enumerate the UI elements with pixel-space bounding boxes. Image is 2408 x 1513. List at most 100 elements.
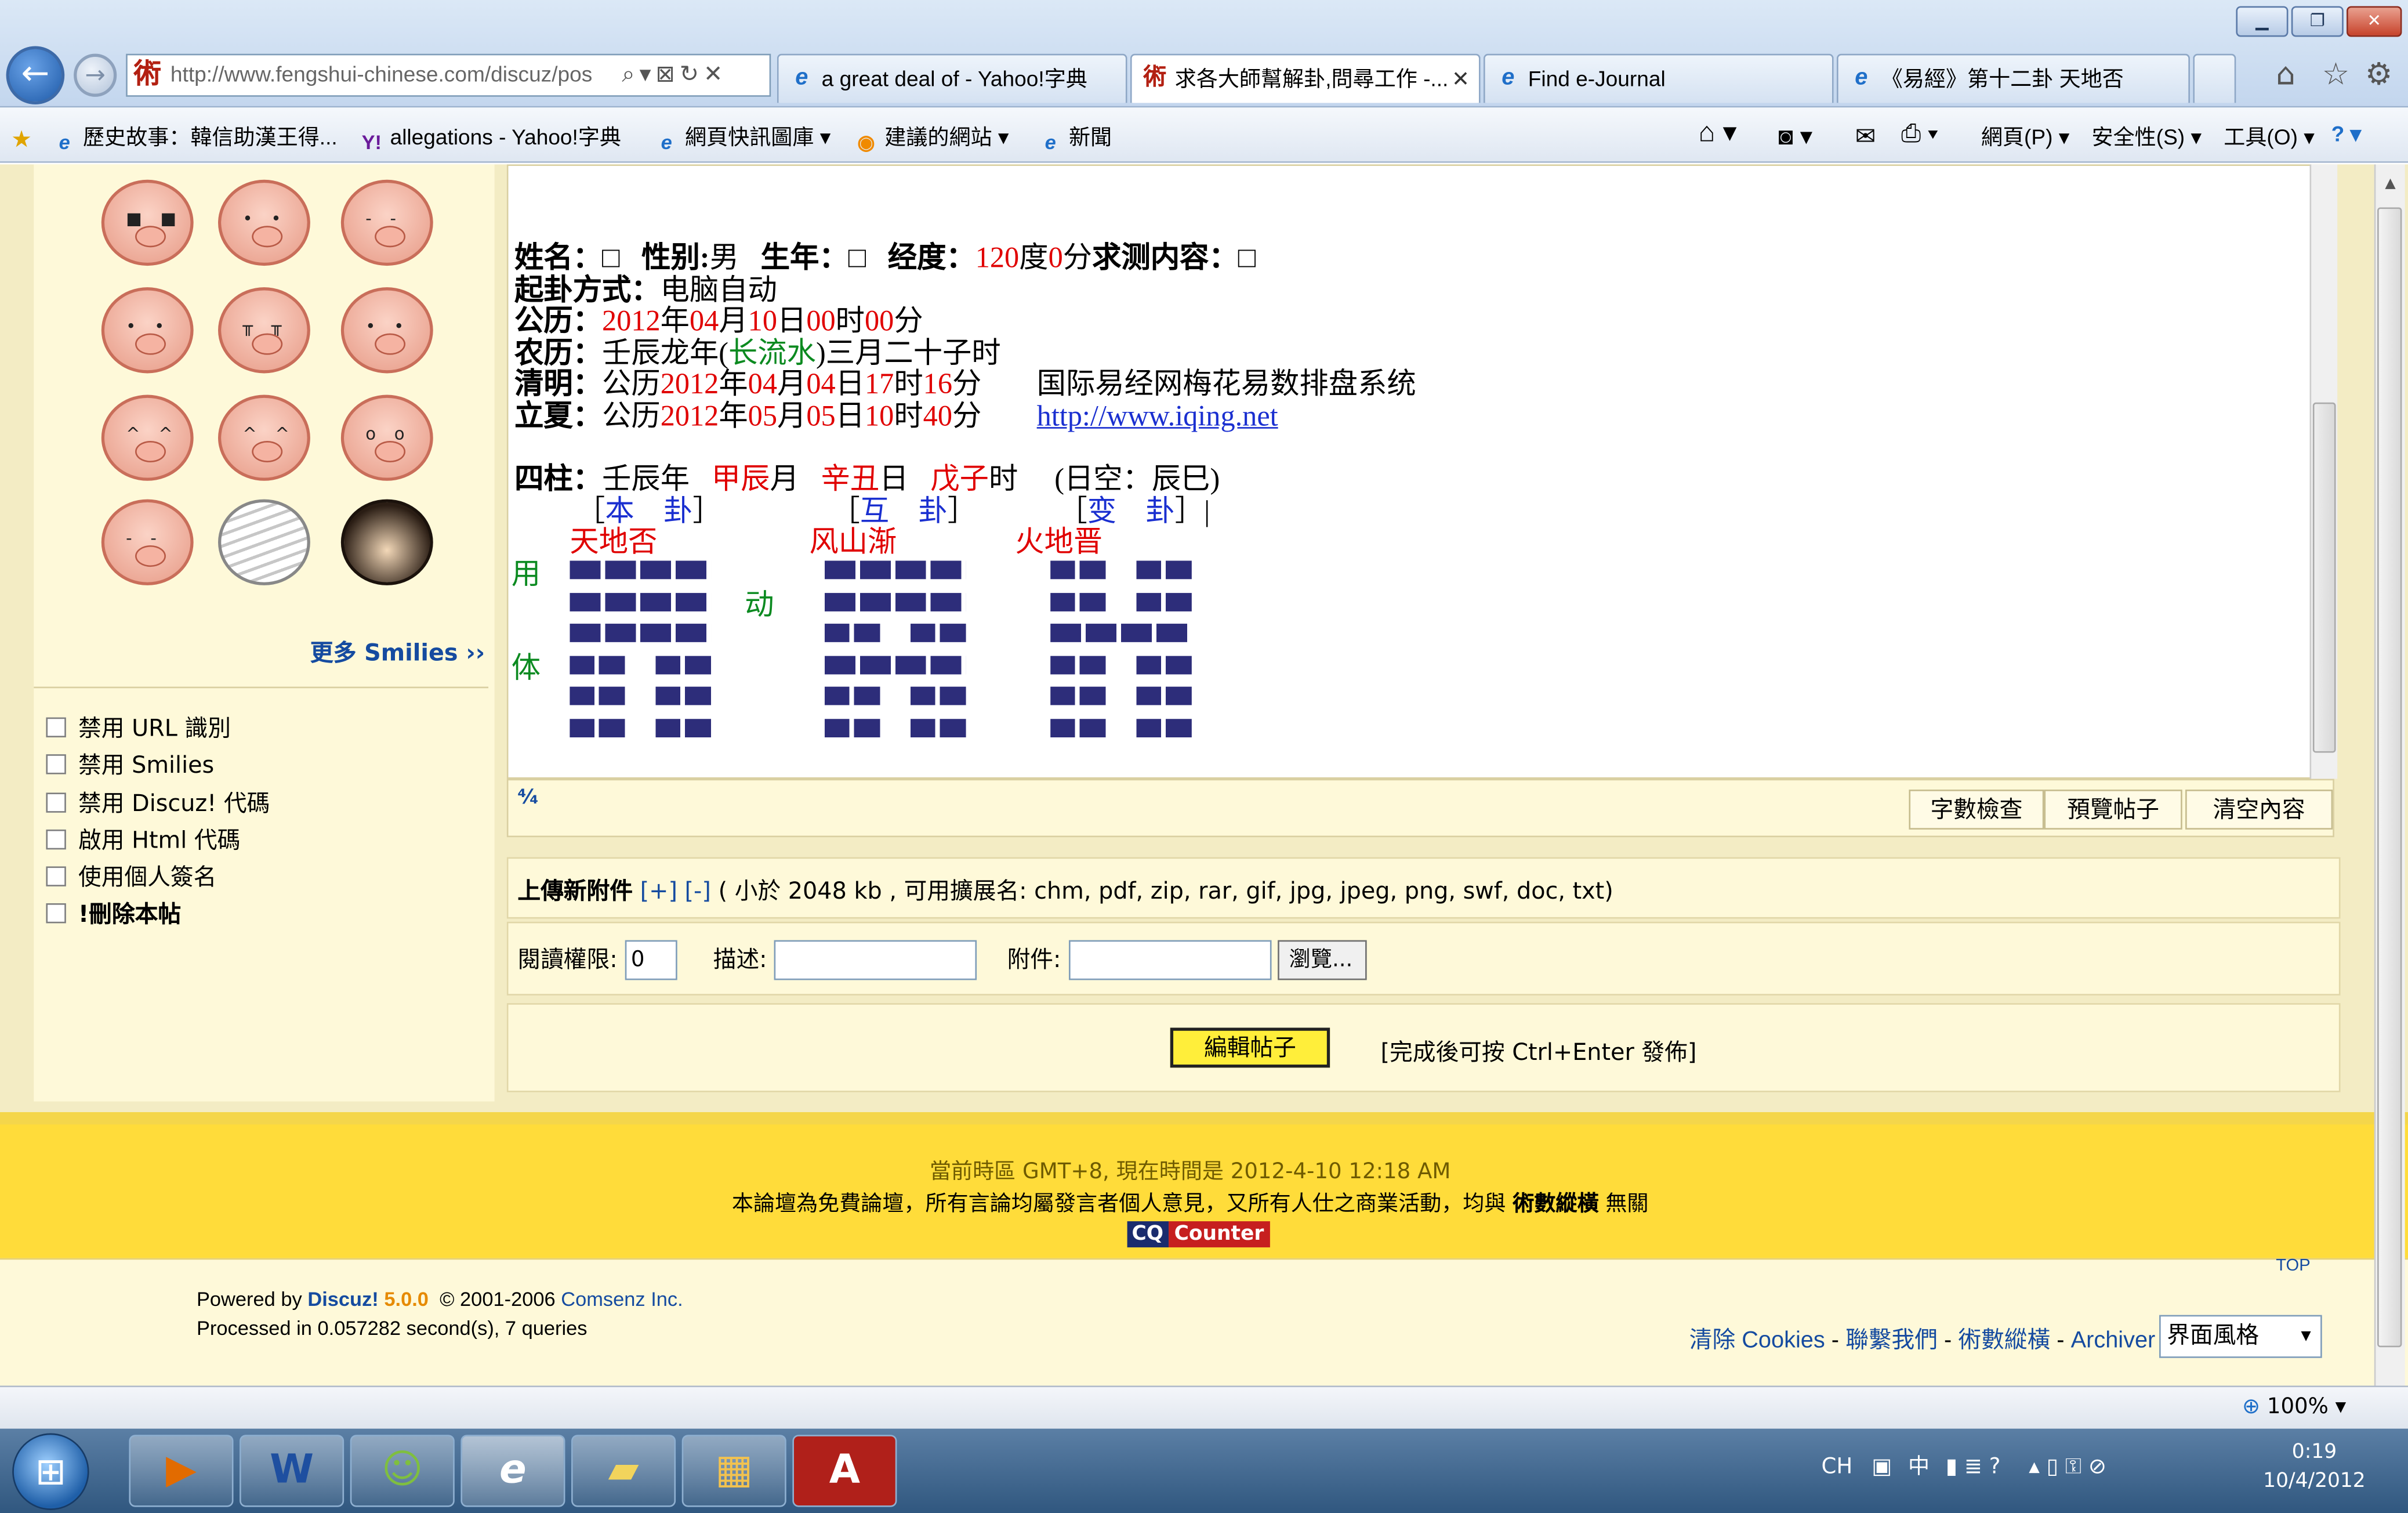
favorite-link[interactable]: ◉ 建議的網站 ▾ (854, 121, 1009, 155)
favorites-star-icon[interactable]: ☆ (2322, 55, 2349, 92)
input-language[interactable]: CH (1821, 1455, 1852, 1479)
checkbox[interactable] (46, 792, 66, 813)
archiver-link[interactable]: Archiver (2071, 1327, 2156, 1353)
close-tab-icon[interactable]: ✕ (1452, 55, 1470, 101)
print-icon[interactable]: ⎙ ▾ (1901, 121, 1938, 149)
checkbox[interactable] (46, 903, 66, 924)
favorite-link[interactable]: e 新聞 (1038, 121, 1112, 155)
attachment-file-input[interactable] (1068, 940, 1271, 980)
address-tools-icon[interactable]: ⌕▾⊠↻✕ (622, 60, 727, 88)
smiley-pig-surprised-icon[interactable]: oo (340, 394, 433, 481)
smiley-pig-sleepy-icon[interactable]: -- (101, 499, 194, 585)
ime-toolbar-icon[interactable]: ▮ ≣ ? (1946, 1455, 2001, 1479)
zoom-control[interactable]: ⊕ 100% ▾ (2242, 1395, 2346, 1419)
new-tab-button[interactable] (2193, 53, 2236, 103)
more-smilies-link[interactable]: 更多 Smilies ›› (310, 636, 485, 668)
forum-name[interactable]: 術數縱橫 (1513, 1192, 1598, 1217)
tab-yijing[interactable]: e 《易經》第十二卦 天地否 (1836, 53, 2190, 103)
smiley-pig-cool-icon[interactable]: ■■ (101, 179, 194, 266)
clear-content-button[interactable]: 清空內容 (2185, 790, 2333, 830)
smiley-pig-sweat-icon[interactable]: -- (340, 179, 433, 266)
clock[interactable]: 0:19 10/4/2012 (2261, 1441, 2368, 1493)
option-delete-post[interactable]: !刪除本帖 (46, 897, 181, 929)
favorite-link[interactable]: e 歷史故事：韓信助漢王得... (52, 121, 338, 155)
notes-icon[interactable]: ▰ (571, 1435, 676, 1507)
editor-toolbar: ⁴⁄₄ 字數檢查 預覽帖子 清空內容 (506, 779, 2334, 838)
file-explorer-icon[interactable]: ▦ (681, 1435, 786, 1507)
favorite-link[interactable]: e 網頁快訊圖庫 ▾ (654, 121, 831, 155)
tray-icons[interactable]: ▴ ▯ ⚿ ⊘ (2029, 1455, 2106, 1479)
smiley-man-icon[interactable] (340, 499, 433, 585)
acrobat-reader-icon[interactable]: A (792, 1435, 897, 1507)
option-disable-smilies[interactable]: 禁用 Smilies (46, 748, 214, 781)
home-icon[interactable]: ⌂ (2276, 55, 2295, 92)
scrollbar-thumb[interactable] (2377, 207, 2402, 1348)
start-button[interactable]: ⊞ (12, 1433, 89, 1510)
address-url[interactable]: http://www.fengshui-chinese.com/discuz/p… (171, 61, 600, 86)
restore-button[interactable]: ❐ (2291, 6, 2344, 37)
contact-link[interactable]: 聯繫我們 (1845, 1327, 1938, 1353)
close-window-button[interactable]: ✕ (2347, 6, 2402, 37)
browse-button[interactable]: 瀏覽... (1278, 940, 1368, 980)
home-icon[interactable]: ⌂ ▾ (1699, 117, 1737, 149)
upload-add-remove-controls[interactable]: [+] [-] (640, 877, 711, 905)
smiley-pig-grin-icon[interactable]: ^^ (218, 394, 310, 481)
disclaimer-text: 無關 (1605, 1192, 1649, 1217)
checkbox[interactable] (46, 829, 66, 850)
forward-button[interactable]: → (74, 53, 117, 97)
back-button[interactable]: ← (6, 46, 65, 105)
resize-editor-icon[interactable]: ⁴⁄₄ (517, 787, 538, 810)
scroll-up-icon[interactable]: ▲ (2379, 177, 2402, 198)
media-player-icon[interactable]: ▶ (129, 1435, 234, 1507)
favorites-star-icon[interactable]: ★ (9, 121, 40, 152)
tools-menu[interactable]: 工具(O) ▾ (2224, 121, 2315, 152)
forum-home-link[interactable]: 術數縱橫 (1958, 1327, 2050, 1353)
smiley-pig-laugh-icon[interactable]: ^^ (101, 394, 194, 481)
page-scrollbar[interactable]: ▲ (2374, 164, 2405, 1386)
address-bar[interactable]: 術 http://www.fengshui-chinese.com/discuz… (126, 53, 771, 97)
ime-mode[interactable]: 中 (1908, 1455, 1930, 1479)
word-icon[interactable]: W (240, 1435, 344, 1507)
smiley-pig-smirk-icon[interactable]: •• (218, 179, 310, 266)
preview-button[interactable]: 預覽帖子 (2044, 790, 2182, 830)
description-input[interactable] (774, 940, 977, 980)
word-count-button[interactable]: 字數檢查 (1909, 790, 2044, 830)
settings-gear-icon[interactable]: ⚙ (2365, 55, 2392, 92)
help-icon[interactable]: ? ▾ (2331, 121, 2362, 147)
smiley-mummy-icon[interactable] (218, 499, 310, 585)
smiley-pig-drool-icon[interactable]: •• (101, 287, 194, 374)
post-editor[interactable]: 姓名：□ 性别:男 生年：□ 经度：120度0分求测内容：□ 起卦方式：电脑自动… (506, 164, 2334, 779)
smiley-pig-cry-icon[interactable]: ╥╥ (218, 287, 310, 374)
favorite-link[interactable]: Y! allegations - Yahoo!字典 (360, 121, 621, 155)
tab-find-ejournal[interactable]: e Find e-Journal (1483, 53, 1834, 103)
internet-explorer-icon[interactable]: e (460, 1435, 565, 1507)
discuz-link[interactable]: Discuz! (307, 1287, 378, 1311)
minimize-button[interactable]: ▁ (2236, 6, 2289, 37)
ime-mode-icon[interactable]: ▣ (1872, 1455, 1892, 1479)
edit-post-submit-button[interactable]: 編輯帖子 (1170, 1027, 1330, 1068)
tab-yahoo-dictionary[interactable]: e a great deal of - Yahoo!字典 (777, 53, 1127, 103)
scrollbar-thumb[interactable] (2312, 402, 2336, 753)
read-mail-icon[interactable]: ✉ (1855, 121, 1876, 152)
option-enable-html[interactable]: 啟用 Html 代碼 (46, 823, 240, 856)
rss-feed-icon[interactable]: ◙ ▾ (1778, 121, 1812, 152)
clear-cookies-link[interactable]: 清除 Cookies (1689, 1327, 1825, 1353)
page-menu[interactable]: 網頁(P) ▾ (1981, 121, 2070, 152)
safety-menu[interactable]: 安全性(S) ▾ (2092, 121, 2202, 152)
editor-scrollbar[interactable] (2309, 164, 2338, 779)
back-to-top-link[interactable]: TOP (2276, 1257, 2310, 1275)
option-disable-url[interactable]: 禁用 URL 識別 (46, 711, 231, 744)
smiley-pig-calm-icon[interactable]: •• (340, 287, 433, 374)
checkbox[interactable] (46, 754, 66, 774)
messenger-icon[interactable]: ☺ (350, 1435, 455, 1507)
tab-forum-post[interactable]: 術 求各大師幫解卦,問尋工作 -... ✕ (1130, 53, 1481, 103)
system-url-link[interactable]: http://www.iqing.net (1037, 401, 1278, 433)
cq-counter-badge[interactable]: CQ Counter (1127, 1221, 1270, 1252)
option-use-signature[interactable]: 使用個人簽名 (46, 860, 216, 893)
read-permission-input[interactable]: 0 (625, 940, 677, 980)
comsenz-link[interactable]: Comsenz Inc. (561, 1287, 683, 1311)
option-disable-discuz-code[interactable]: 禁用 Discuz! 代碼 (46, 787, 270, 819)
style-select[interactable]: 界面風格 ▼ (2159, 1315, 2322, 1358)
checkbox[interactable] (46, 717, 66, 738)
checkbox[interactable] (46, 866, 66, 886)
